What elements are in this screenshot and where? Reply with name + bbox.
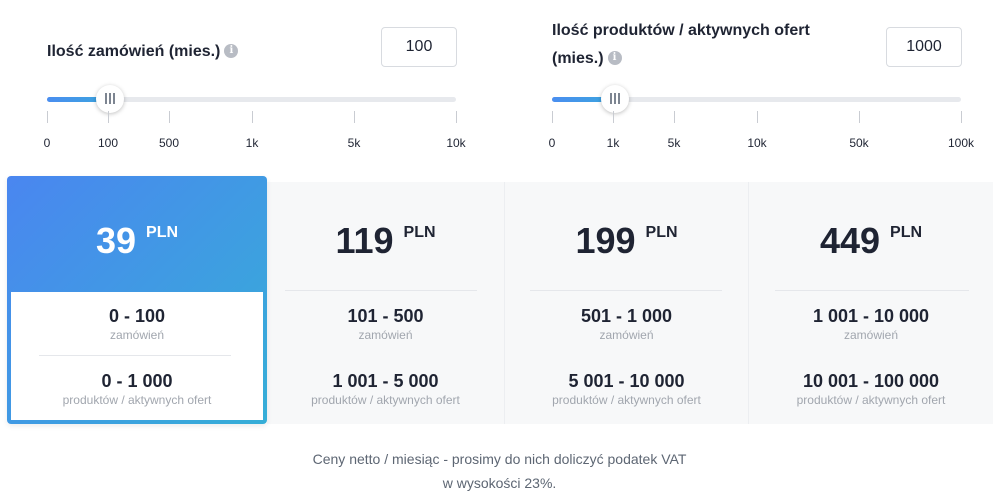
products-slider-title: Ilość produktów / aktywnych ofert (mies.… bbox=[552, 18, 810, 72]
orders-slider-handle[interactable] bbox=[96, 85, 124, 113]
orders-slider-track[interactable] bbox=[47, 85, 456, 113]
price-currency: PLN bbox=[645, 224, 678, 241]
plan-price: 199 PLN bbox=[505, 220, 748, 262]
info-icon[interactable]: i bbox=[224, 44, 239, 58]
plan-card-449[interactable]: 449 PLN 1 001 - 10 000 zamówień 10 001 - … bbox=[748, 182, 993, 424]
price-value: 119 bbox=[335, 220, 394, 261]
divider bbox=[285, 290, 477, 291]
slider-tick bbox=[674, 111, 675, 123]
products-slider-label: Ilość produktów / aktywnych ofert bbox=[552, 22, 810, 39]
plan-card-39-selected[interactable]: 39 PLN 0 - 100 zamówień 0 - 1 000 produkt… bbox=[7, 176, 267, 424]
products-range: 5 001 - 10 000 bbox=[568, 371, 685, 391]
divider bbox=[530, 290, 722, 291]
price-value: 199 bbox=[575, 220, 636, 261]
tick-label: 0 bbox=[43, 136, 51, 150]
plan-card-119[interactable]: 119 PLN 101 - 500 zamówień 1 001 - 5 000 … bbox=[267, 182, 504, 424]
price-currency: PLN bbox=[146, 224, 179, 241]
tick-label: 100 bbox=[97, 136, 119, 150]
products-slider-handle[interactable] bbox=[601, 85, 629, 113]
orders-label: zamówień bbox=[358, 328, 413, 342]
pricing-plans: 119 PLN 101 - 500 zamówień 1 001 - 5 000 … bbox=[7, 176, 993, 424]
orders-label: zamówień bbox=[109, 328, 165, 342]
orders-label: zamówień bbox=[843, 328, 899, 342]
products-range: 1 001 - 5 000 bbox=[332, 371, 439, 391]
orders-range: 0 - 100 bbox=[108, 306, 166, 326]
info-icon[interactable]: i bbox=[607, 51, 622, 65]
price-value: 39 bbox=[95, 220, 137, 261]
tick-label: 50k bbox=[849, 136, 869, 150]
plan-card-199[interactable]: 199 PLN 501 - 1 000 zamówień 5 001 - 10 0… bbox=[504, 182, 748, 424]
tick-label: 100k bbox=[947, 136, 975, 150]
slider-tick bbox=[552, 111, 553, 123]
vat-note-line-1: Ceny netto / miesiąc - prosimy do nich d… bbox=[312, 451, 687, 467]
plan-price: 39 PLN bbox=[7, 220, 267, 262]
orders-label: zamówień bbox=[599, 328, 654, 342]
tick-label: 1k bbox=[606, 136, 620, 150]
tick-label: 5k bbox=[347, 136, 361, 150]
tick-label: 500 bbox=[158, 136, 180, 150]
orders-range: 101 - 500 bbox=[347, 306, 424, 326]
products-label: produktów / aktywnych ofert bbox=[311, 393, 460, 407]
price-currency: PLN bbox=[890, 224, 923, 241]
orders-slider-title: Ilość zamówień (mies.) i bbox=[47, 39, 239, 65]
plan-price: 449 PLN bbox=[749, 220, 993, 262]
tick-label: 10k bbox=[446, 136, 466, 150]
slider-tick bbox=[354, 111, 355, 123]
slider-tick bbox=[613, 111, 614, 123]
slider-tick bbox=[47, 111, 48, 123]
slider-tick bbox=[108, 111, 109, 123]
calculator-panel bbox=[14, 0, 993, 182]
vat-note-line-2: w wysokości 23%. bbox=[442, 475, 557, 491]
products-range: 10 001 - 100 000 bbox=[802, 371, 940, 391]
divider bbox=[775, 290, 969, 291]
products-range: 0 - 1 000 bbox=[101, 371, 173, 391]
products-slider-label-suffix: (mies.) bbox=[552, 50, 604, 67]
products-slider-track[interactable] bbox=[552, 85, 961, 113]
slider-tick bbox=[757, 111, 758, 123]
slider-tick bbox=[169, 111, 170, 123]
orders-value-input[interactable]: 100 bbox=[381, 27, 457, 67]
plan-details: 0 - 100 zamówień 0 - 1 000 produktów / a… bbox=[11, 292, 263, 420]
orders-range: 1 001 - 10 000 bbox=[812, 306, 930, 326]
slider-tick bbox=[961, 111, 962, 123]
tick-label: 10k bbox=[747, 136, 767, 150]
products-label: produktów / aktywnych ofert bbox=[62, 393, 212, 407]
plan-price: 119 PLN bbox=[267, 220, 504, 262]
tick-label: 5k bbox=[667, 136, 681, 150]
price-value: 449 bbox=[819, 220, 881, 261]
divider bbox=[39, 355, 231, 356]
products-value-input[interactable]: 1000 bbox=[886, 27, 962, 67]
orders-range: 501 - 1 000 bbox=[580, 306, 673, 326]
tick-label: 1k bbox=[245, 136, 259, 150]
products-label: produktów / aktywnych ofert bbox=[552, 393, 701, 407]
slider-tick bbox=[456, 111, 457, 123]
orders-slider-label: Ilość zamówień (mies.) bbox=[47, 43, 221, 60]
slider-tick bbox=[859, 111, 860, 123]
price-currency: PLN bbox=[403, 224, 436, 241]
slider-tick bbox=[252, 111, 253, 123]
products-label: produktów / aktywnych ofert bbox=[796, 393, 946, 407]
tick-label: 0 bbox=[548, 136, 556, 150]
